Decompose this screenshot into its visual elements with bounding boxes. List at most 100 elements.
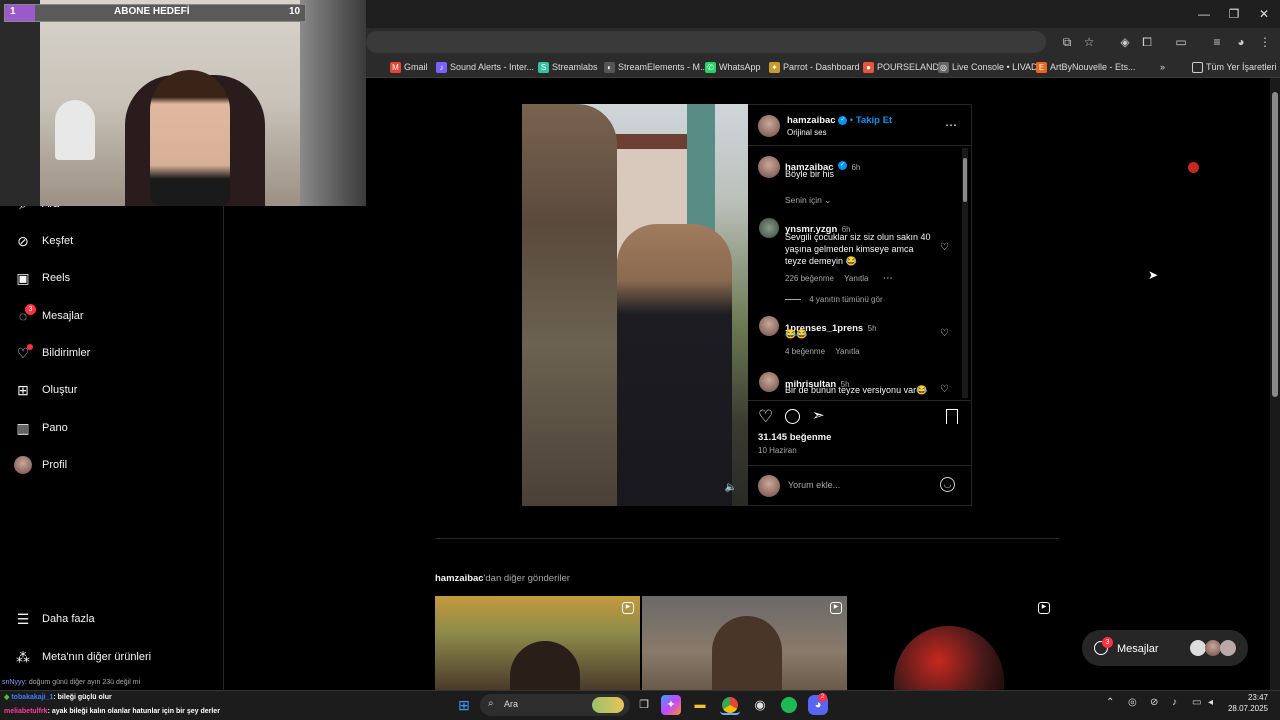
sidebar-item-meta[interactable]: ⁂ Meta'nın diğer ürünleri [14,645,151,669]
obs-icon[interactable]: ◉ [750,695,770,715]
hamburger-menu-icon: ☰ [16,611,30,627]
comment-like-icon[interactable]: ♡ [940,328,949,339]
url-input[interactable] [366,31,1046,53]
extensions-icon[interactable]: ⧠ [1138,33,1156,51]
sidebar-item-create[interactable]: ⊞ Oluştur [14,378,77,402]
comment-likes[interactable]: 226 beğenme [785,274,834,283]
sidebar-item-more[interactable]: ☰ Daha fazla [14,607,95,631]
bookmark-item[interactable]: E ArtByNouvelle - Ets... [1036,59,1136,75]
clock-date[interactable]: 28.07.2025 [1222,704,1268,713]
sort-dropdown[interactable]: Senin için ⌄ [785,195,831,206]
tray-chevron-icon[interactable]: ⌃ [1106,697,1114,708]
more-post-thumbnail[interactable] [849,596,1054,690]
file-explorer-icon[interactable]: ▬ [690,695,710,715]
figurine [55,100,95,160]
reel-video[interactable] [522,104,748,506]
likes-count[interactable]: 31.145 beğenme [758,432,831,443]
header-divider [748,145,971,146]
comment-avatar[interactable] [759,218,779,238]
sidebar-item-notifications[interactable]: ♡ Bildirimler [14,341,90,365]
author-avatar[interactable] [758,115,780,137]
sidebar-item-dashboard[interactable]: ▥ Pano [14,416,68,440]
bookmark-item[interactable]: ◐ StreamElements - M... [604,59,708,75]
bookmark-label: WhatsApp [719,62,761,72]
spotify-icon[interactable] [779,695,799,715]
all-bookmarks-button[interactable]: Tüm Yer İşaretleri [1192,59,1277,75]
comment-options-icon[interactable]: ⋯ [883,273,893,284]
sidebar-item-reels[interactable]: ▣ Reels [14,266,70,290]
extension-badge-icon[interactable]: ◈ [1116,33,1134,51]
comment-likes[interactable]: 4 beğenme [785,347,825,356]
bookmark-item[interactable]: ◎ Live Console • LIVAD [938,59,1038,75]
restore-button[interactable]: ❐ [1219,4,1249,24]
comments-scroll-thumb[interactable] [963,158,967,202]
minimize-button[interactable]: — [1189,4,1219,24]
tray-app-icon[interactable]: ◎ [1128,697,1137,708]
bookmark-item[interactable]: ✆ WhatsApp [705,59,761,75]
network-off-icon[interactable]: ⊘ [1150,697,1158,708]
share-icon[interactable]: ➣ [812,406,825,424]
display-icon[interactable]: ▭ [1192,697,1201,708]
view-replies[interactable]: 4 yanıtın tümünü gör [785,295,883,304]
comment-avatar[interactable] [759,372,779,392]
comment-meta: 226 beğenme Yanıtla ⋯ [785,273,893,284]
bookmarks-more-button[interactable]: » [1160,59,1165,75]
comment-icon[interactable] [785,409,800,424]
copilot-icon[interactable]: ✦ [661,695,681,715]
emoji-icon[interactable]: ◡ [940,477,955,492]
mute-icon[interactable]: 🔈 [724,482,738,496]
save-bookmark-icon[interactable] [946,409,958,424]
volume-icon[interactable]: ◂ [1208,697,1213,708]
comment-input[interactable]: Yorum ekle... [788,480,840,490]
chat-user: snNyyy [2,679,25,686]
bookmark-star-icon[interactable]: ☆ [1080,33,1098,51]
bookmark-label: POURSELAND [877,62,940,72]
plus-square-icon: ⊞ [17,382,29,398]
caption-avatar[interactable] [758,156,780,178]
bookmark-item[interactable]: ● POURSELAND [863,59,939,75]
sidebar-item-explore[interactable]: ⊘ Keşfet [14,229,73,253]
sidebar-item-profile[interactable]: Profil [14,453,67,477]
like-icon[interactable]: ♡ [758,407,773,427]
chrome-icon[interactable] [720,695,740,715]
menu-kebab-icon[interactable]: ⋮ [1256,33,1274,51]
chat-line: meliabetulfrk: ayak bileği kalın olanlar… [4,708,220,715]
bookmark-item[interactable]: M Gmail [390,59,428,75]
task-view-icon[interactable]: ❐ [634,695,654,715]
more-post-thumbnail[interactable] [642,596,847,690]
comment-avatar[interactable] [759,316,779,336]
reading-list-icon[interactable]: ≡ [1208,33,1226,51]
person-head [712,616,782,690]
microphone-icon[interactable]: ♪ [1172,697,1177,708]
author-username[interactable]: hamzaibac [787,115,836,126]
post-date: 10 Haziran [758,446,797,455]
mouse-cursor: ➤ [1148,268,1159,282]
bookmark-item[interactable]: S Streamlabs [538,59,598,75]
tab-search-icon[interactable]: ▭ [1172,33,1190,51]
page-scroll-thumb[interactable] [1272,92,1278,397]
bookmark-item[interactable]: ✦ Parrot - Dashboard [769,59,860,75]
bookmark-favicon-icon: ✆ [705,61,716,73]
profile-icon[interactable]: ◕ [1232,33,1250,51]
reply-button[interactable]: Yanıtla [835,347,859,356]
discord-badge: 2 [818,693,827,702]
sidebar-item-messages[interactable]: ◌ 3 Mesajlar [14,304,84,328]
more-posts-username[interactable]: hamzaibac [435,573,484,584]
windows-start-icon[interactable]: ⊞ [454,695,474,715]
goal-title: ABONE HEDEFİ [114,6,190,17]
bookmark-item[interactable]: ♪ Sound Alerts - Inter... [436,59,534,75]
clock-time[interactable]: 23:47 [1232,693,1268,702]
fan-shape [0,0,40,206]
more-options-icon[interactable]: ⋯ [945,118,957,132]
comment-like-icon[interactable]: ♡ [940,242,949,253]
bookmark-favicon-icon: ♪ [436,61,447,73]
more-post-thumbnail[interactable] [435,596,640,690]
sidebar-item-label: Pano [42,422,68,434]
close-button[interactable]: ✕ [1249,4,1279,24]
install-app-icon[interactable]: ⧉ [1058,33,1076,51]
follow-button[interactable]: Takip Et [856,115,892,126]
audio-label[interactable]: Orijinal ses [787,128,827,137]
comment-like-icon[interactable]: ♡ [940,384,949,395]
reply-button[interactable]: Yanıtla [844,274,868,283]
chevron-down-icon: ⌄ [824,195,832,205]
